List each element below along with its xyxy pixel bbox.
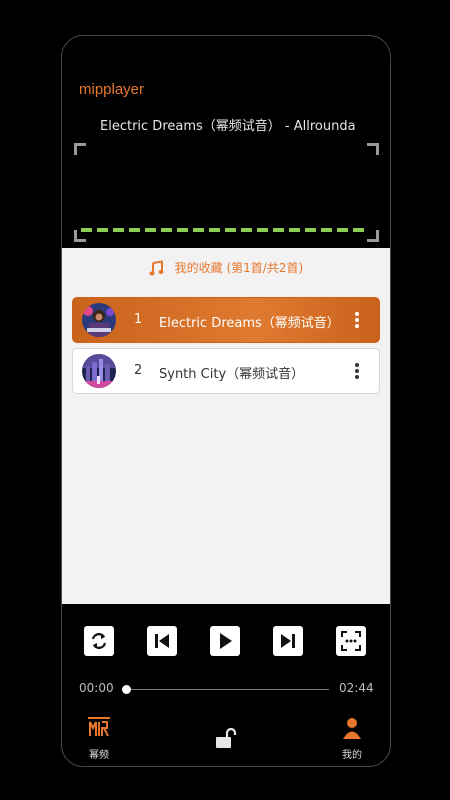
playlist-title: 我的收藏 (第1首/共2首): [174, 261, 304, 275]
previous-icon: [155, 634, 169, 648]
progress-track[interactable]: [126, 689, 329, 690]
song-cover-image: [82, 303, 116, 337]
nav-label: 幂频: [89, 750, 109, 761]
mipin-logo-icon: [88, 717, 110, 737]
song-index: 2: [134, 363, 143, 378]
play-icon: [220, 633, 232, 649]
user-icon: [343, 718, 361, 739]
progress-bar: 00:00 02:44: [62, 681, 390, 701]
previous-button[interactable]: [147, 626, 177, 656]
phone-frame: mipplayer Electric Dreams（幂频试音） - Allrou…: [61, 35, 391, 767]
visualizer-corner: [367, 143, 379, 155]
playback-controls: [62, 626, 390, 658]
repeat-icon: [91, 633, 107, 649]
visualizer-corner: [74, 143, 86, 155]
play-button[interactable]: [210, 626, 240, 656]
total-time: 02:44: [339, 681, 374, 695]
song-title: Electric Dreams（幂频试音）: [159, 316, 340, 331]
next-button[interactable]: [273, 626, 303, 656]
more-options-icon[interactable]: [351, 311, 363, 329]
lock-toggle[interactable]: [206, 726, 246, 766]
nav-profile[interactable]: 我的: [332, 716, 372, 761]
song-index: 1: [134, 312, 143, 327]
app-title: mipplayer: [79, 81, 145, 98]
music-note-icon: [149, 259, 164, 275]
playlist-panel: 我的收藏 (第1首/共2首) 1 Electric Dreams（幂频试音） 2…: [62, 248, 390, 604]
waveform-visualizer: [81, 228, 369, 232]
song-row-1[interactable]: 1 Electric Dreams（幂频试音）: [72, 297, 380, 343]
song-row-2[interactable]: 2 Synth City（幂频试音）: [72, 348, 380, 394]
repeat-button[interactable]: [84, 626, 114, 656]
playlist-header: 我的收藏 (第1首/共2首): [62, 259, 390, 276]
fullscreen-icon: [341, 631, 361, 651]
nav-mipin[interactable]: 幂频: [79, 716, 119, 761]
song-cover-image: [82, 354, 116, 388]
next-icon: [281, 634, 295, 648]
current-time: 00:00: [79, 681, 114, 695]
now-playing-marquee: Electric Dreams（幂频试音） - Allrounda: [100, 119, 356, 134]
nav-label: 我的: [342, 750, 362, 761]
fullscreen-button[interactable]: [336, 626, 366, 656]
unlock-icon: [216, 727, 237, 748]
song-title: Synth City（幂频试音）: [159, 367, 305, 382]
more-options-icon[interactable]: [351, 362, 363, 380]
progress-thumb[interactable]: [122, 685, 131, 694]
